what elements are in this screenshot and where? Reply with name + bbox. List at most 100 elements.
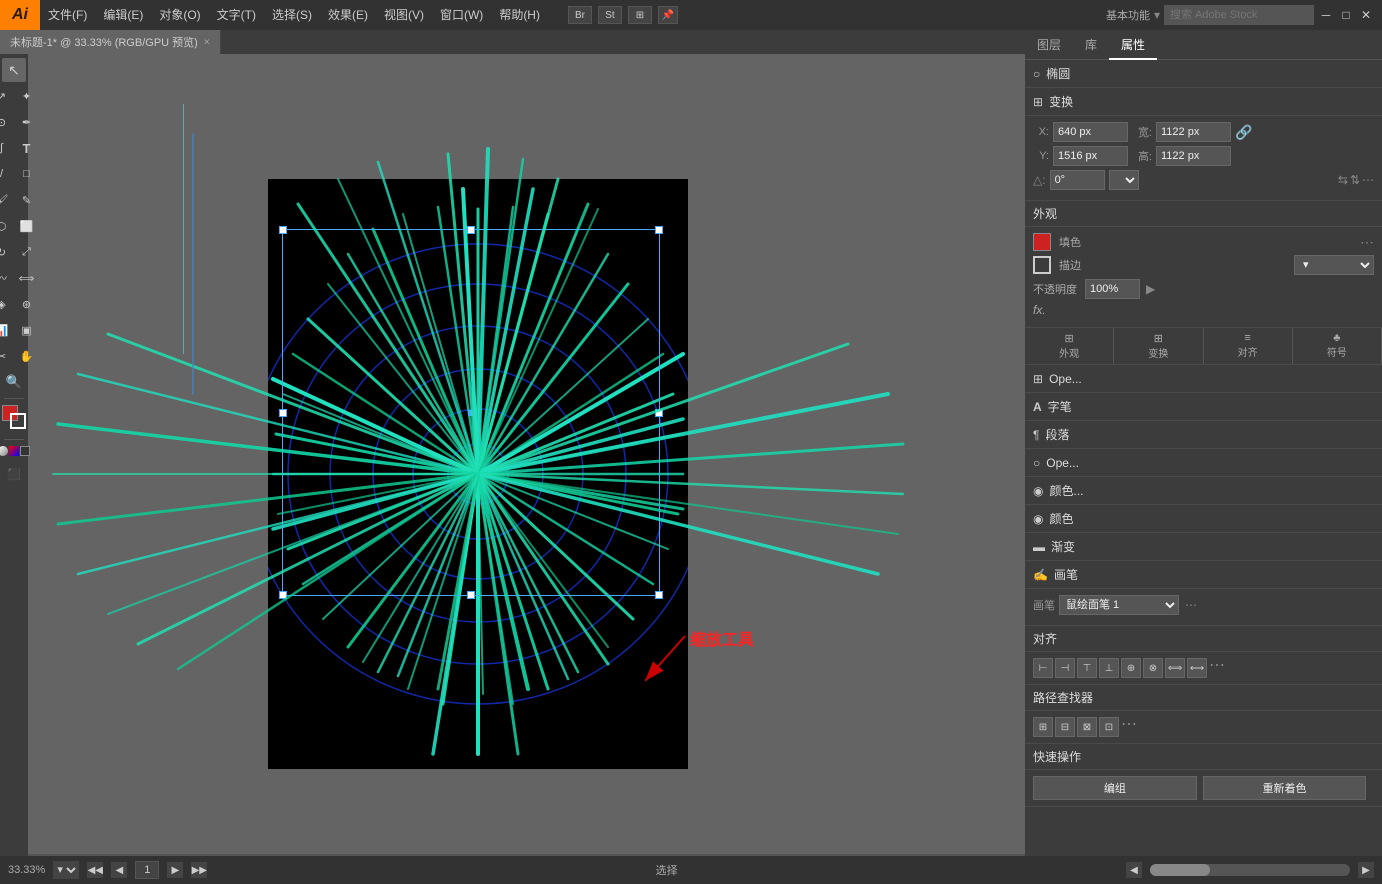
graph-tool[interactable]: 📊 xyxy=(0,318,14,342)
angle-input[interactable] xyxy=(1050,170,1105,190)
menu-edit[interactable]: 编辑(E) xyxy=(95,0,151,30)
section-color2[interactable]: ◉ 颜色 xyxy=(1025,505,1382,533)
blend-tool[interactable]: ◈ xyxy=(0,292,14,316)
pathfinder-more-icon[interactable]: ⋯ xyxy=(1121,717,1137,737)
minimize-btn[interactable]: ─ xyxy=(1318,7,1334,23)
align-panel-btn[interactable]: ≡ 对齐 xyxy=(1204,328,1293,364)
align-center-v-btn[interactable]: ⊕ xyxy=(1121,658,1141,678)
color-mode-btn[interactable] xyxy=(0,446,8,456)
tab-layers[interactable]: 图层 xyxy=(1025,30,1073,60)
appearance-panel-btn[interactable]: ⊞ 外观 xyxy=(1025,328,1114,364)
menu-file[interactable]: 文件(F) xyxy=(40,0,95,30)
screen-mode-btn[interactable]: ⬛ xyxy=(2,462,26,486)
none-mode-btn[interactable] xyxy=(20,446,30,456)
stroke-color-swatch[interactable] xyxy=(10,413,26,429)
quick-actions-header[interactable]: 快速操作 xyxy=(1025,744,1382,770)
paintbrush-tool[interactable]: 🖌 xyxy=(0,188,14,212)
more-transform-icon[interactable]: ⋯ xyxy=(1362,173,1374,187)
text-tool[interactable]: T xyxy=(15,136,39,160)
section-para[interactable]: ¶ 段落 xyxy=(1025,421,1382,449)
close-btn[interactable]: ✕ xyxy=(1358,7,1374,23)
lasso-tool[interactable]: ⊙ xyxy=(0,110,14,134)
align-more-icon[interactable]: ⋯ xyxy=(1209,658,1225,678)
next-btn[interactable]: ▶ xyxy=(167,862,183,878)
stock-btn[interactable]: St xyxy=(598,6,622,24)
artboard-tool[interactable]: ▣ xyxy=(15,318,39,342)
stroke-swatch[interactable] xyxy=(1033,256,1051,274)
align-bottom-btn[interactable]: ⊗ xyxy=(1143,658,1163,678)
link-proportional-icon[interactable]: 🔗 xyxy=(1235,124,1252,141)
appearance-more[interactable]: ⋯ xyxy=(1360,234,1374,251)
rect-tool[interactable]: □ xyxy=(15,162,39,186)
rotate-tool[interactable]: ↻ xyxy=(0,240,14,264)
grid-btn[interactable]: ⊞ xyxy=(628,6,652,24)
pathfinder-unite-btn[interactable]: ⊞ xyxy=(1033,717,1053,737)
flip-v-icon[interactable]: ⇅ xyxy=(1350,173,1360,187)
zoom-select[interactable]: ▾ xyxy=(53,861,79,879)
menu-text[interactable]: 文字(T) xyxy=(209,0,264,30)
menu-window[interactable]: 窗口(W) xyxy=(432,0,491,30)
color-panel-btn1[interactable]: ♣ 符号 xyxy=(1293,328,1382,364)
selection-tool[interactable]: ↖ xyxy=(2,58,26,82)
width-input[interactable] xyxy=(1156,122,1231,142)
stroke-options[interactable]: ▾ xyxy=(1294,255,1374,275)
status-prev-icon[interactable]: ◀ xyxy=(1126,862,1142,878)
page-input[interactable] xyxy=(135,861,159,879)
tab-properties[interactable]: 属性 xyxy=(1109,30,1157,60)
opacity-input[interactable] xyxy=(1085,279,1140,299)
direct-select-tool[interactable]: ↗ xyxy=(0,84,14,108)
section-transform-header[interactable]: ⊞ 变换 xyxy=(1025,88,1382,116)
section-path[interactable]: ⊞ Ope... xyxy=(1025,365,1382,393)
warp-tool[interactable]: 〰 xyxy=(0,266,14,290)
section-ellipse[interactable]: ○ 椭圆 xyxy=(1025,60,1382,88)
scale-tool[interactable]: ⤢ xyxy=(15,240,39,264)
section-char[interactable]: A 字笔 xyxy=(1025,393,1382,421)
line-tool[interactable]: / xyxy=(0,162,14,186)
pathfinder-exclude-btn[interactable]: ⊡ xyxy=(1099,717,1119,737)
pen-tool[interactable]: ✒ xyxy=(15,110,39,134)
curvature-tool[interactable]: ∫ xyxy=(0,136,14,160)
y-input[interactable] xyxy=(1053,146,1128,166)
align-section-header[interactable]: 对齐 xyxy=(1025,626,1382,652)
angle-dropdown[interactable]: ▾ xyxy=(1109,170,1139,190)
pin-btn[interactable]: 📌 xyxy=(658,6,678,24)
pathfinder-minus-btn[interactable]: ⊟ xyxy=(1055,717,1075,737)
shaper-tool[interactable]: ⬡ xyxy=(0,214,14,238)
prev-btn[interactable]: ◀ xyxy=(111,862,127,878)
section-opentype[interactable]: ○ Ope... xyxy=(1025,449,1382,477)
width-tool[interactable]: ⟺ xyxy=(15,266,39,290)
pathfinder-intersect-btn[interactable]: ⊠ xyxy=(1077,717,1097,737)
zoom-tool[interactable]: 🔍 xyxy=(2,370,26,394)
distrib-v-btn[interactable]: ⟷ xyxy=(1187,658,1207,678)
stock-search-input[interactable] xyxy=(1164,5,1314,25)
flip-h-icon[interactable]: ⇆ xyxy=(1338,173,1348,187)
recolor-btn[interactable]: 重新着色 xyxy=(1203,776,1367,800)
section-brush[interactable]: ✍ 画笔 xyxy=(1025,561,1382,589)
scroll-bar[interactable] xyxy=(1150,864,1350,876)
group-btn[interactable]: 编组 xyxy=(1033,776,1197,800)
canvas-area[interactable]: 缩放工具 xyxy=(28,54,1025,854)
align-top-btn[interactable]: ⊥ xyxy=(1099,658,1119,678)
slice-tool[interactable]: ✂ xyxy=(0,344,14,368)
height-input[interactable] xyxy=(1156,146,1231,166)
document-tab[interactable]: 未标题-1* @ 33.33% (RGB/GPU 预览) × xyxy=(0,30,221,54)
next-page-btn[interactable]: ▶▶ xyxy=(191,862,207,878)
hand-tool[interactable]: ✋ xyxy=(15,344,39,368)
x-input[interactable] xyxy=(1053,122,1128,142)
pen-dropdown[interactable]: 鼠绘面笔 1 xyxy=(1059,595,1179,615)
section-gradient[interactable]: ▬ 渐变 xyxy=(1025,533,1382,561)
distrib-h-btn[interactable]: ⟺ xyxy=(1165,658,1185,678)
menu-select[interactable]: 选择(S) xyxy=(264,0,320,30)
gradient-mode-btn[interactable] xyxy=(9,446,19,456)
align-center-h-btn[interactable]: ⊣ xyxy=(1055,658,1075,678)
maximize-btn[interactable]: □ xyxy=(1338,7,1354,23)
bridge-btn[interactable]: Br xyxy=(568,6,592,24)
transform-panel-btn[interactable]: ⊞ 变换 xyxy=(1114,328,1203,364)
pencil-tool[interactable]: ✎ xyxy=(15,188,39,212)
magic-wand-tool[interactable]: ✦ xyxy=(15,84,39,108)
section-color1[interactable]: ◉ 颜色... xyxy=(1025,477,1382,505)
align-right-btn[interactable]: ⊤ xyxy=(1077,658,1097,678)
tab-close-btn[interactable]: × xyxy=(204,37,210,48)
menu-effect[interactable]: 效果(E) xyxy=(320,0,376,30)
appearance-header[interactable]: 外观 xyxy=(1025,201,1382,227)
